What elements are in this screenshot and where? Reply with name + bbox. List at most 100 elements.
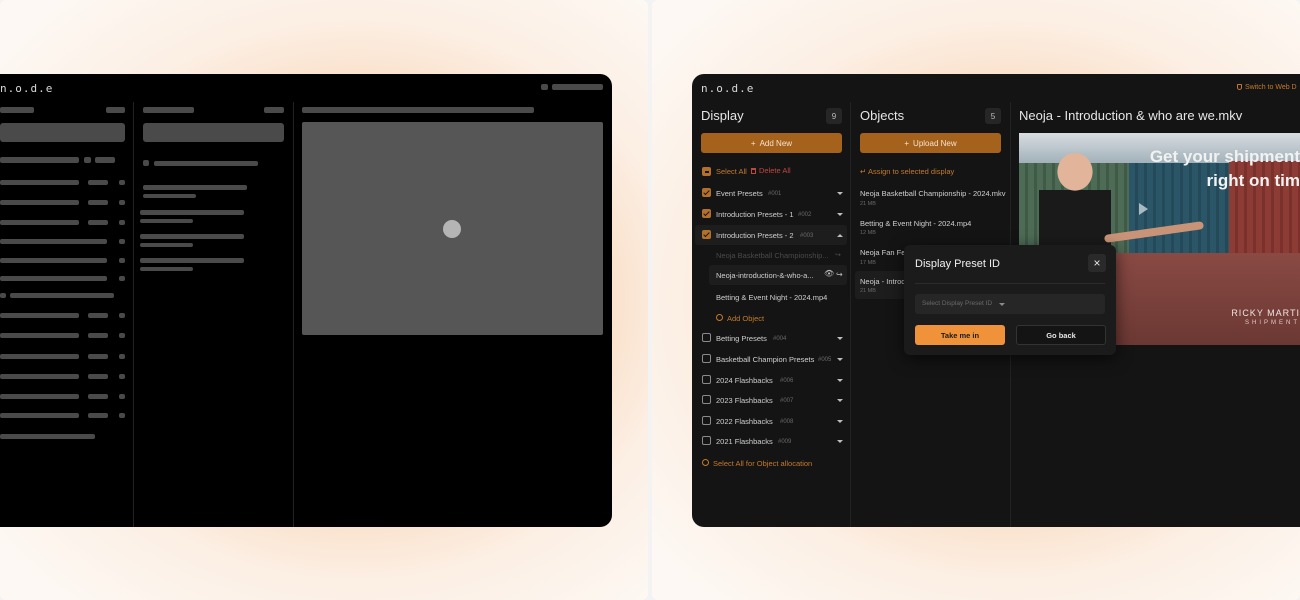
chevron-down-icon[interactable]: [837, 192, 843, 195]
object-file-row-selected[interactable]: Neoja - Introd 21 MB: [855, 271, 907, 299]
nested-object-item-hovered[interactable]: Neoja-introduction-&-who-a... 👁 ↪: [709, 265, 847, 285]
add-new-button[interactable]: + Add New: [701, 133, 842, 153]
wireframe-row: [10, 293, 114, 298]
preset-id: #002: [798, 212, 812, 218]
close-icon[interactable]: ×: [1088, 254, 1106, 272]
chevron-down-icon[interactable]: [837, 337, 843, 340]
wireframe-row: [140, 267, 193, 271]
wireframe-title-placeholder: [143, 107, 194, 113]
chevron-down-icon[interactable]: [837, 440, 843, 443]
delete-all-link[interactable]: Delete All: [751, 166, 791, 175]
preset-label: Betting Presets: [716, 334, 767, 343]
preset-checkbox[interactable]: [702, 209, 711, 218]
wireframe-icon-placeholder: [541, 84, 548, 90]
object-file-name: Neoja Fan Fes: [860, 248, 910, 257]
preset-checkbox[interactable]: [702, 188, 711, 197]
chevron-down-icon[interactable]: [837, 399, 843, 402]
wireframe-row: [119, 374, 125, 379]
preset-checkbox[interactable]: [702, 416, 711, 425]
wireframe-row: [154, 161, 258, 166]
preset-checkbox[interactable]: [702, 333, 711, 342]
preset-label: Introduction Presets - 2: [716, 231, 794, 240]
preset-label: Basketball Champion Presets: [716, 355, 815, 364]
assign-icon: ↪: [835, 252, 841, 259]
switch-web-link[interactable]: Switch to Web D: [1237, 84, 1297, 91]
preset-label: 2023 Flashbacks: [716, 396, 773, 405]
preview-title: Neoja - Introduction & who are we.mkv: [1019, 108, 1243, 123]
preset-checkbox[interactable]: [702, 375, 711, 384]
object-file-size: 21 MB: [860, 201, 876, 207]
shield-icon: [1237, 84, 1242, 90]
chevron-down-icon[interactable]: [837, 420, 843, 423]
wireframe-count-placeholder: [264, 107, 284, 113]
nested-object-label: Neoja-introduction-&-who-a...: [716, 271, 814, 280]
wireframe-row: [84, 157, 91, 163]
wireframe-link-placeholder: [552, 84, 603, 90]
wireframe-row: [140, 234, 244, 239]
wireframe-row: [95, 157, 115, 163]
wireframe-row: [0, 276, 107, 281]
wireframe-row: [0, 434, 95, 439]
wireframe-row: [0, 258, 107, 263]
wireframe-row: [119, 354, 125, 359]
assign-icon[interactable]: ↪: [836, 270, 843, 279]
assign-display-label: Assign to selected display: [867, 167, 955, 176]
chevron-up-icon[interactable]: [837, 234, 843, 237]
wireframe-divider: [133, 102, 134, 527]
nested-object-item[interactable]: Betting & Event Night - 2024.mp4: [716, 293, 827, 302]
object-file-size: 21 MB: [860, 288, 876, 294]
preset-checkbox[interactable]: [702, 354, 711, 363]
wireframe-row: [0, 220, 79, 225]
preset-label: Introduction Presets - 1: [716, 210, 794, 219]
wireframe-row: [0, 313, 79, 318]
preset-checkbox[interactable]: [702, 436, 711, 445]
app-window: n.o.d.e Switch to Web D Display 9 + Add N…: [692, 74, 1300, 527]
display-title: Display: [701, 108, 744, 123]
wireframe-row: [119, 413, 125, 418]
select-all-link[interactable]: Select All: [716, 167, 747, 176]
display-preset-modal: Display Preset ID × Select Display Prese…: [904, 245, 1116, 355]
take-me-in-button[interactable]: Take me in: [915, 325, 1005, 345]
wireframe-row: [0, 394, 79, 399]
preset-checkbox[interactable]: [702, 395, 711, 404]
video-headline-1: Get your shipment: [1149, 147, 1300, 166]
upload-new-label: Upload New: [913, 138, 957, 148]
upload-new-button[interactable]: + Upload New: [860, 133, 1001, 153]
chevron-down-icon[interactable]: [837, 379, 843, 382]
nested-object-item[interactable]: Neoja Basketball Championship...: [716, 251, 829, 260]
chevron-down-icon[interactable]: [837, 213, 843, 216]
object-file-size: 17 MB: [860, 260, 876, 266]
wireframe-title-placeholder: [302, 107, 534, 113]
eye-icon[interactable]: 👁: [824, 269, 834, 278]
wireframe-row: [0, 293, 6, 298]
wireframe-row: [119, 180, 125, 185]
select-all-checkbox[interactable]: [702, 167, 711, 176]
wireframe-window: n.o.d.e: [0, 74, 612, 527]
plus-circle-icon: [716, 314, 723, 321]
object-file-name: Neoja - Introd: [860, 277, 906, 286]
wireframe-button-placeholder: [0, 123, 125, 142]
preset-checkbox[interactable]: [702, 230, 711, 239]
select-all-allocation-link[interactable]: Select All for Object allocation: [702, 459, 812, 468]
preset-id: #005: [818, 357, 832, 363]
wireframe-row: [88, 313, 108, 318]
wireframe-row: [140, 243, 193, 247]
app-panel: n.o.d.e Switch to Web D Display 9 + Add N…: [652, 0, 1300, 600]
add-object-link[interactable]: Add Object: [716, 314, 764, 323]
wireframe-panel: n.o.d.e: [0, 0, 648, 600]
go-back-button[interactable]: Go back: [1016, 325, 1106, 345]
wireframe-row: [119, 394, 125, 399]
wireframe-play-dot: [443, 220, 461, 238]
select-all-allocation-label: Select All for Object allocation: [713, 459, 813, 468]
wireframe-row: [88, 374, 108, 379]
preset-row-expanded[interactable]: Introduction Presets - 2 #003: [695, 225, 847, 245]
assign-display-link[interactable]: ↵ Assign to selected display: [860, 167, 954, 176]
wireframe-row: [0, 157, 79, 163]
preset-id-select[interactable]: Select Display Preset ID: [915, 294, 1105, 314]
preset-id: #009: [778, 439, 792, 445]
object-file-name: Neoja Basketball Championship - 2024.mkv: [860, 189, 1006, 198]
chevron-down-icon: [999, 303, 1005, 306]
chevron-down-icon[interactable]: [837, 358, 843, 361]
play-icon[interactable]: [1139, 203, 1148, 215]
wireframe-row: [0, 413, 79, 418]
